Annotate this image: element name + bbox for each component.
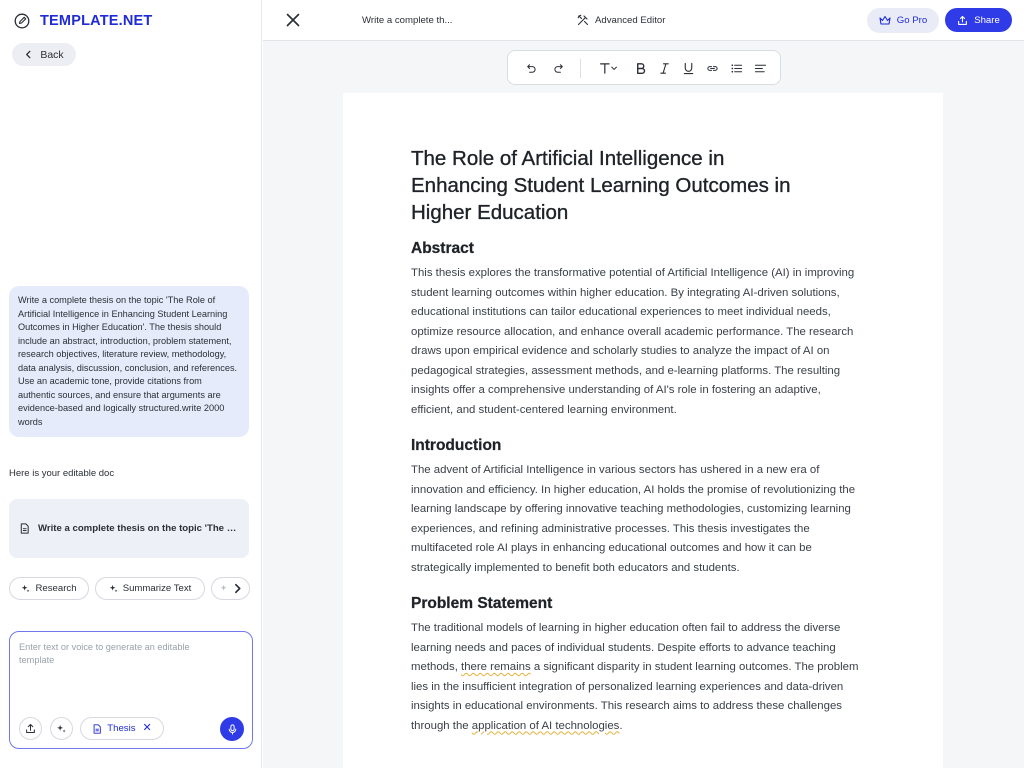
bullet-list-icon	[730, 63, 742, 73]
ai-enhance-button[interactable]	[50, 717, 73, 740]
document-title: Write a complete th...	[362, 15, 453, 26]
tools-icon	[577, 14, 589, 26]
upload-button[interactable]	[19, 717, 42, 740]
brand[interactable]: TEMPLATE.NET	[14, 13, 153, 29]
research-label: Research	[35, 583, 77, 594]
voice-input-button[interactable]	[220, 717, 244, 741]
advanced-editor-button[interactable]: Advanced Editor	[577, 14, 665, 26]
share-button[interactable]: Share	[945, 8, 1012, 32]
document-content[interactable]: The Role of Artificial Intelligence in E…	[411, 145, 877, 736]
document-page[interactable]: The Role of Artificial Intelligence in E…	[343, 93, 943, 768]
grammar-suggestion[interactable]: application of AI technologies	[472, 720, 620, 732]
summarize-label: Summarize Text	[122, 583, 192, 594]
brand-logo: TEMPLATE.NET	[40, 13, 153, 29]
sparkle-icon	[57, 724, 66, 733]
sparkle-icon	[220, 584, 227, 591]
close-icon[interactable]	[285, 12, 301, 28]
chips-scroll-right-button[interactable]	[211, 577, 250, 600]
italic-button[interactable]	[656, 60, 672, 76]
undo-icon	[526, 63, 536, 73]
text-style-dropdown[interactable]	[596, 60, 622, 76]
redo-button[interactable]	[551, 60, 567, 76]
bullet-list-button[interactable]	[728, 60, 744, 76]
microphone-icon	[228, 723, 236, 735]
italic-icon	[659, 62, 669, 74]
spelling-suggestion[interactable]: there remains	[461, 661, 531, 673]
underline-icon	[683, 62, 693, 74]
problem-statement-paragraph: The traditional models of learning in hi…	[411, 622, 859, 732]
abstract-paragraph: This thesis explores the transformative …	[411, 267, 855, 416]
section-heading-abstract: Abstract	[411, 240, 474, 257]
back-label: Back	[40, 48, 64, 61]
underline-button[interactable]	[680, 60, 696, 76]
prompt-input-box[interactable]: Enter text or voice to generate an edita…	[9, 631, 253, 749]
undo-button[interactable]	[522, 60, 538, 76]
summarize-text-chip[interactable]: Summarize Text	[95, 577, 205, 600]
document-icon	[93, 723, 102, 734]
document-icon	[20, 523, 29, 534]
sidebar: TEMPLATE.NET Back Write a complete thesi…	[0, 0, 262, 768]
go-pro-label: Go Pro	[896, 15, 928, 26]
formatting-toolbar	[507, 50, 781, 85]
thesis-tag-label: Thesis	[107, 723, 136, 734]
bold-icon	[636, 62, 645, 74]
doc-card-title: Write a complete thesis on the topic 'Th…	[38, 523, 243, 534]
section-heading-introduction: Introduction	[411, 437, 502, 454]
generated-doc-card[interactable]: Write a complete thesis on the topic 'Th…	[9, 499, 249, 558]
sparkle-icon	[109, 584, 118, 593]
introduction-paragraph: The advent of Artificial Intelligence in…	[411, 464, 856, 574]
prompt-input-placeholder[interactable]: Enter text or voice to generate an edita…	[19, 641, 219, 666]
remove-tag-icon[interactable]: ✕	[143, 723, 152, 734]
user-prompt-message: Write a complete thesis on the topic 'Th…	[9, 286, 249, 437]
research-chip[interactable]: Research	[9, 577, 89, 600]
thesis-tag[interactable]: Thesis ✕	[80, 717, 164, 740]
align-left-icon	[754, 64, 766, 72]
link-icon	[706, 65, 718, 71]
toolbar-divider	[580, 59, 581, 78]
sparkle-icon	[22, 584, 30, 593]
editor-area: Write a complete th... Advanced Editor G…	[263, 0, 1024, 768]
align-left-button[interactable]	[752, 60, 768, 76]
document-heading: The Role of Artificial Intelligence in E…	[411, 147, 791, 224]
text-style-icon	[600, 62, 617, 74]
assistant-response-text: Here is your editable doc	[9, 468, 115, 479]
share-label: Share	[974, 14, 1000, 26]
redo-icon	[553, 63, 563, 73]
go-pro-button[interactable]: Go Pro	[867, 8, 939, 33]
crown-icon	[879, 15, 891, 25]
compose-icon	[14, 13, 30, 29]
editor-topbar: Write a complete th... Advanced Editor G…	[263, 0, 1024, 41]
chevron-left-icon	[26, 50, 31, 59]
chevron-right-icon	[235, 583, 241, 594]
share-icon	[958, 15, 968, 25]
section-heading-problem-statement: Problem Statement	[411, 595, 553, 612]
link-button[interactable]	[704, 60, 720, 76]
upload-icon	[26, 723, 35, 733]
advanced-editor-label: Advanced Editor	[595, 14, 666, 26]
bold-button[interactable]	[632, 60, 648, 76]
back-button[interactable]: Back	[12, 43, 76, 66]
